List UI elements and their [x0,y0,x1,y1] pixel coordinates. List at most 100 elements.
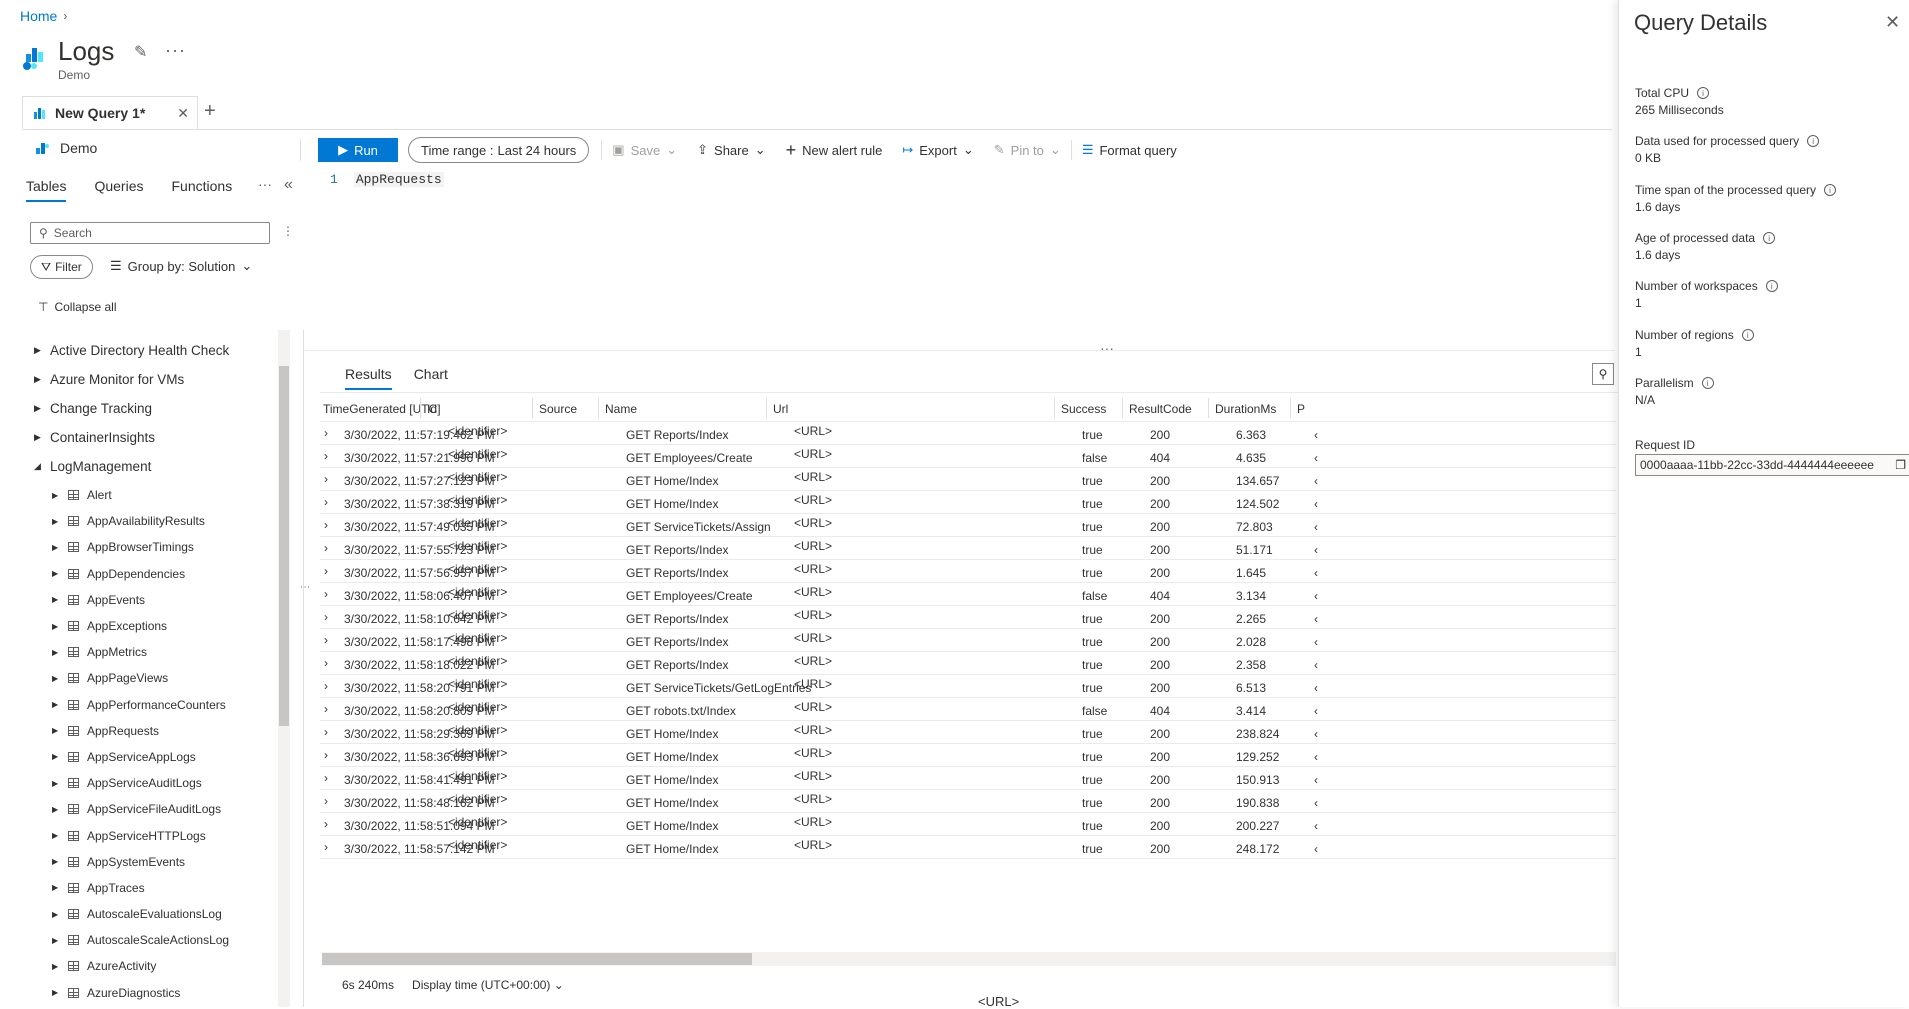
table-row[interactable]: › 3/30/2022, 11:57:49.035 PM <identifier> G… [320,514,1616,537]
tree-node[interactable]: ◢ LogManagement [34,452,274,481]
collapse-all-button[interactable]: ⊤ Collapse all [38,300,117,314]
splitter-handle-icon[interactable]: ··· [1100,340,1114,356]
share-button[interactable]: ⇪ Share ⌄ [687,138,776,162]
group-by-dropdown[interactable]: ☰ Group by: Solution ⌄ [110,258,252,274]
column-header[interactable]: Success [1061,402,1106,416]
table-item[interactable]: ▶ AppTraces [52,875,282,901]
save-button[interactable]: ▣ Save ⌄ [602,138,687,162]
table-row[interactable]: › 3/30/2022, 11:58:57.142 PM <identifier> G… [320,836,1616,859]
info-icon[interactable]: i [1807,135,1820,147]
tree-node[interactable]: ▶ ContainerInsights [34,423,274,452]
table-item[interactable]: ▶ AppMetrics [52,639,282,665]
table-row[interactable]: › 3/30/2022, 11:58:41.491 PM <identifier> G… [320,767,1616,790]
tree-node[interactable]: ▶ Azure Monitor for VMs [34,365,274,394]
expand-row-icon[interactable]: › [324,633,328,647]
expand-row-icon[interactable]: › [324,564,328,578]
more-options-icon[interactable]: ⋮ [282,224,294,238]
expand-row-icon[interactable]: › [324,495,328,509]
table-item[interactable]: ▶ AppBrowserTimings [52,534,282,560]
expand-row-icon[interactable]: › [324,472,328,486]
column-header[interactable]: TimeGenerated [UTC] [323,402,441,416]
filter-button[interactable]: ⛛ Filter [30,255,93,279]
table-row[interactable]: › 3/30/2022, 11:58:20.791 PM <identifier> G… [320,675,1616,698]
expand-row-icon[interactable]: › [324,541,328,555]
column-header[interactable]: Url [773,402,788,416]
info-icon[interactable]: i [1765,280,1778,292]
table-row[interactable]: › 3/30/2022, 11:57:38.319 PM <identifier> G… [320,491,1616,514]
table-row[interactable]: › 3/30/2022, 11:57:19.462 PM <identifier> G… [320,422,1616,445]
table-item[interactable]: ▶ AppAvailabilityResults [52,508,282,534]
expand-row-icon[interactable]: › [324,702,328,716]
expand-row-icon[interactable]: › [324,748,328,762]
info-icon[interactable]: i [1763,232,1776,244]
table-row[interactable]: › 3/30/2022, 11:58:20.809 PM <identifier> G… [320,698,1616,721]
column-header[interactable]: ResultCode [1129,402,1192,416]
scope-selector[interactable]: Demo [34,140,97,156]
copy-icon[interactable]: ❐ [1895,458,1906,472]
add-tab-icon[interactable]: + [204,100,216,123]
tree-node[interactable]: ▶ Active Directory Health Check [34,336,274,365]
column-header[interactable]: Id [427,402,437,416]
time-range-button[interactable]: Time range : Last 24 hours [408,137,590,163]
breadcrumb-home[interactable]: Home [20,8,57,24]
table-item[interactable]: ▶ AppExceptions [52,613,282,639]
table-row[interactable]: › 3/30/2022, 11:58:17.498 PM <identifier> G… [320,629,1616,652]
column-divider[interactable] [420,398,421,418]
tab-tables[interactable]: Tables [26,178,67,202]
export-button[interactable]: ↦ Export ⌄ [892,138,983,162]
table-row[interactable]: › 3/30/2022, 11:58:06.407 PM <identifier> G… [320,583,1616,606]
collapse-pane-icon[interactable]: « [284,176,293,194]
table-row[interactable]: › 3/30/2022, 11:58:36.693 PM <identifier> G… [320,744,1616,767]
table-row[interactable]: › 3/30/2022, 11:58:18.022 PM <identifier> G… [320,652,1616,675]
expand-row-icon[interactable]: › [324,587,328,601]
column-header[interactable]: P [1297,402,1305,416]
close-tab-icon[interactable]: ✕ [177,105,189,122]
table-item[interactable]: ▶ AppSystemEvents [52,849,282,875]
pin-to-button[interactable]: ✎ Pin to ⌄ [984,138,1071,162]
expand-row-icon[interactable]: › [324,426,328,440]
table-item[interactable]: ▶ AzureDiagnostics [52,980,282,1006]
table-item[interactable]: ▶ AppServiceAuditLogs [52,770,282,796]
info-icon[interactable]: i [1701,377,1714,389]
table-item[interactable]: ▶ Alert [52,482,282,508]
table-item[interactable]: ▶ AppServiceAppLogs [52,744,282,770]
info-icon[interactable]: i [1741,329,1754,341]
splitter-handle-icon[interactable]: ⋮ [299,582,310,592]
run-button[interactable]: ▶ Run [318,138,398,162]
column-header[interactable]: DurationMs [1215,402,1276,416]
table-row[interactable]: › 3/30/2022, 11:57:21.996 PM <identifier> G… [320,445,1616,468]
table-item[interactable]: ▶ AppServiceFileAuditLogs [52,796,282,822]
table-item[interactable]: ▶ AppPageViews [52,665,282,691]
expand-row-icon[interactable]: › [324,610,328,624]
column-divider[interactable] [1208,398,1209,418]
table-item[interactable]: ▶ AppServiceHTTPLogs [52,822,282,848]
info-icon[interactable]: i [1823,184,1836,196]
column-divider[interactable] [1122,398,1123,418]
search-input[interactable]: ⚲ Search [30,222,270,244]
editor-results-splitter[interactable] [305,350,1615,351]
expand-row-icon[interactable]: › [324,817,328,831]
tab-chart[interactable]: Chart [414,366,448,390]
expand-row-icon[interactable]: › [324,449,328,463]
pin-icon[interactable]: ✎ [134,42,147,62]
left-scrollbar-thumb[interactable] [279,366,289,726]
horizontal-scrollbar-thumb[interactable] [322,953,752,965]
expand-row-icon[interactable]: › [324,518,328,532]
expand-row-icon[interactable]: › [324,771,328,785]
close-icon[interactable]: ✕ [1885,12,1900,33]
pane-splitter[interactable] [303,330,304,1007]
table-item[interactable]: ▶ AutoscaleEvaluationsLog [52,901,282,927]
table-item[interactable]: ▶ AppEvents [52,587,282,613]
table-row[interactable]: › 3/30/2022, 11:58:48.162 PM <identifier> G… [320,790,1616,813]
info-icon[interactable]: i [1697,87,1710,99]
expand-row-icon[interactable]: › [324,840,328,854]
column-divider[interactable] [1290,398,1291,418]
table-row[interactable]: › 3/30/2022, 11:58:51.094 PM <identifier> G… [320,813,1616,836]
table-row[interactable]: › 3/30/2022, 11:58:29.369 PM <identifier> G… [320,721,1616,744]
new-alert-rule-button[interactable]: + New alert rule [776,138,893,162]
table-item[interactable]: ▶ AutoscaleScaleActionsLog [52,927,282,953]
table-row[interactable]: › 3/30/2022, 11:58:10.642 PM <identifier> G… [320,606,1616,629]
format-query-button[interactable]: ☰ Format query [1072,138,1187,162]
table-item[interactable]: ▶ AppPerformanceCounters [52,692,282,718]
expand-row-icon[interactable]: › [324,679,328,693]
